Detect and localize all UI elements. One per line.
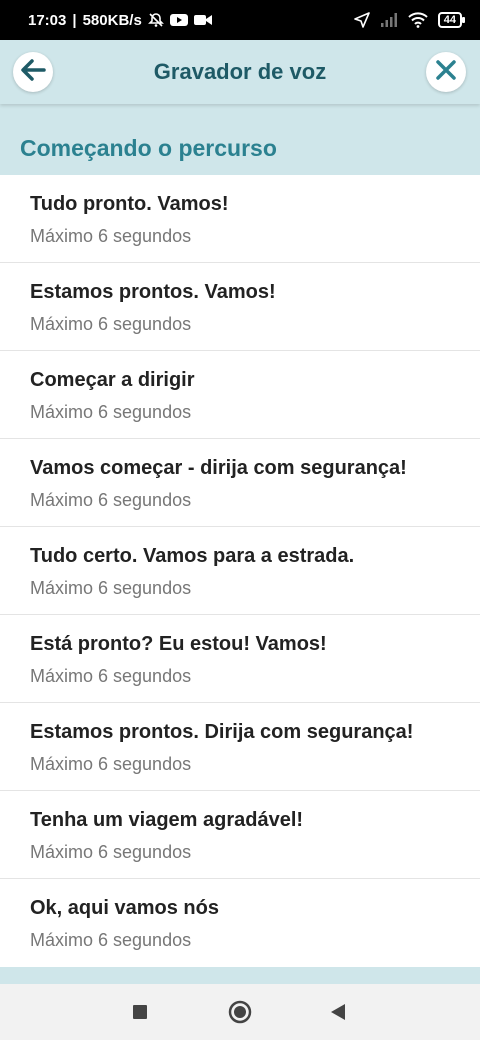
item-subtitle: Máximo 6 segundos [30, 842, 192, 862]
item-title: Estamos prontos. Dirija com segurança! [30, 721, 414, 743]
list-item[interactable]: Tudo pronto. Vamos! Máximo 6 segundos [0, 175, 480, 263]
location-arrow-icon [353, 12, 370, 28]
system-nav-bar [0, 984, 480, 1040]
silent-alarm-icon [147, 12, 164, 28]
item-title: Começar a dirigir [30, 369, 195, 391]
item-title: Estamos prontos. Vamos! [30, 281, 276, 303]
list-item[interactable]: Vamos começar - dirija com segurança! Má… [0, 439, 480, 527]
item-title: Está pronto? Eu estou! Vamos! [30, 633, 327, 655]
home-circle-icon [228, 1000, 252, 1029]
list-item[interactable]: Estamos prontos. Dirija com segurança! M… [0, 703, 480, 791]
back-button[interactable] [13, 52, 53, 92]
item-subtitle: Máximo 6 segundos [30, 930, 192, 950]
item-subtitle: Máximo 6 segundos [30, 314, 192, 334]
recents-button[interactable] [132, 1004, 148, 1025]
close-button[interactable] [426, 52, 466, 92]
item-title: Tudo pronto. Vamos! [30, 193, 229, 215]
item-subtitle: Máximo 6 segundos [30, 226, 192, 246]
arrow-left-icon [20, 58, 46, 86]
list-item[interactable]: Começar a dirigir Máximo 6 segundos [0, 351, 480, 439]
signal-icon [380, 12, 398, 28]
item-title: Vamos começar - dirija com segurança! [30, 457, 407, 479]
page-title: Gravador de voz [153, 59, 327, 84]
wifi-icon [408, 12, 428, 28]
status-bar: 17:03 | 580KB/s 44 [0, 0, 480, 40]
item-subtitle: Máximo 6 segundos [30, 754, 192, 774]
item-subtitle: Máximo 6 segundos [30, 402, 192, 422]
list-item[interactable]: Ok, aqui vamos nós Máximo 6 segundos [0, 879, 480, 967]
item-subtitle: Máximo 6 segundos [30, 578, 192, 598]
item-subtitle: Máximo 6 segundos [30, 490, 192, 510]
list-item[interactable]: Tenha um viagem agradável! Máximo 6 segu… [0, 791, 480, 879]
home-button[interactable] [228, 1000, 252, 1029]
battery-icon: 44 [437, 12, 466, 28]
nav-back-button[interactable] [330, 1003, 346, 1026]
item-title: Ok, aqui vamos nós [30, 897, 219, 919]
list-item[interactable]: Está pronto? Eu estou! Vamos! Máximo 6 s… [0, 615, 480, 703]
status-speed: 580KB/s [82, 11, 142, 29]
video-camera-icon [193, 13, 212, 27]
section-title: Começando o percurso [20, 135, 277, 161]
phrase-list: Tudo pronto. Vamos! Máximo 6 segundos Es… [0, 175, 480, 967]
list-item[interactable]: Estamos prontos. Vamos! Máximo 6 segundo… [0, 263, 480, 351]
item-title: Tudo certo. Vamos para a estrada. [30, 545, 355, 567]
youtube-icon [169, 13, 188, 27]
app-header: Gravador de voz [0, 40, 480, 104]
list-item[interactable]: Tudo certo. Vamos para a estrada. Máximo… [0, 527, 480, 615]
back-triangle-icon [330, 1003, 346, 1026]
close-icon [435, 59, 457, 86]
status-time: 17:03 [28, 11, 67, 29]
item-title: Tenha um viagem agradável! [30, 809, 304, 831]
item-subtitle: Máximo 6 segundos [30, 666, 192, 686]
recents-square-icon [132, 1004, 148, 1025]
